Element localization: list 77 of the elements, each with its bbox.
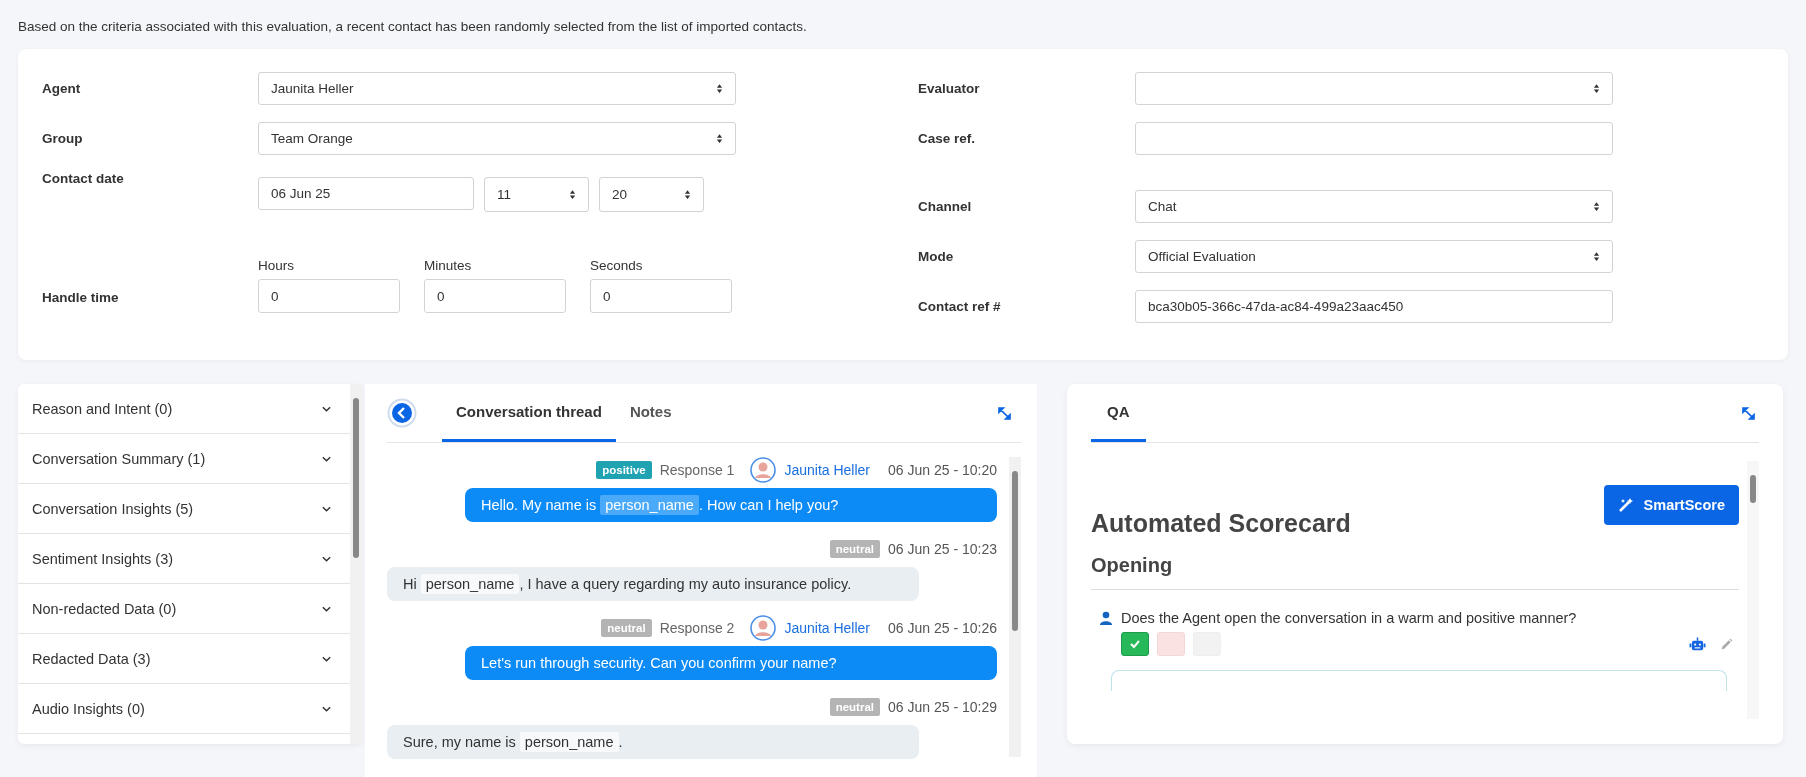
- message-bubble: Sure, my name is person_name .: [387, 725, 919, 759]
- tab[interactable]: Notes: [615, 384, 686, 442]
- field-label: Hours: [258, 258, 295, 273]
- message-bubble: Hi person_name , I have a query regarding my auto insurance policy.: [387, 567, 919, 601]
- field-label: Case ref.: [918, 130, 977, 146]
- minute-select[interactable]: 20: [599, 177, 704, 212]
- intro-text: Based on the criteria associated with this evaluation, a recent contact has been randomly selected from the list of imported contacts.: [18, 18, 808, 36]
- tab[interactable]: Conversation thread: [442, 384, 616, 442]
- back-icon[interactable]: [387, 398, 417, 428]
- input-field[interactable]: bca30b05-366c-47da-ac84-499a23aac450: [1135, 289, 1613, 323]
- timestamp: 06 Jun 25 - 10:29: [888, 699, 997, 715]
- number-field[interactable]: 0: [258, 279, 400, 313]
- chevron-icon: [321, 404, 332, 413]
- avatar-icon: [750, 615, 777, 641]
- sort-arrows-icon: [684, 189, 691, 200]
- field-label: Group: [42, 130, 84, 146]
- select-field[interactable]: Team Orange: [258, 121, 736, 155]
- chevron-icon: [321, 654, 332, 663]
- sentiment-tag: neutral: [829, 698, 880, 716]
- chevron-icon: [321, 704, 332, 713]
- chevron-icon: [321, 504, 332, 513]
- hour-select[interactable]: 11: [484, 177, 589, 212]
- field-label: Minutes: [424, 258, 473, 273]
- sort-arrows-icon: [569, 189, 576, 200]
- scrollbar[interactable]: [1009, 457, 1021, 757]
- field-label: Agent: [42, 80, 82, 96]
- checkmark-icon: [1129, 638, 1141, 650]
- pencil-icon[interactable]: [1720, 637, 1733, 651]
- sort-arrows-icon: [1593, 250, 1600, 262]
- timestamp: 06 Jun 25 - 10:23: [888, 541, 997, 557]
- sort-arrows-icon: [1593, 200, 1600, 212]
- field-label: Contact ref #: [918, 298, 1002, 314]
- chevron-icon: [321, 604, 332, 613]
- answer-option[interactable]: [1121, 632, 1149, 656]
- scorecard-title: Automated Scorecard: [1091, 509, 1352, 538]
- response-label: Response 1: [659, 462, 735, 478]
- response-label: Response 2: [659, 620, 735, 636]
- field-label: Handle time: [42, 290, 120, 307]
- select-field[interactable]: Official Evaluation: [1135, 239, 1613, 273]
- question-text: Does the Agent open the conversation in a warm and positive manner?: [1121, 610, 1577, 626]
- author-name[interactable]: Jaunita Heller: [784, 462, 870, 478]
- timestamp: 06 Jun 25 - 10:26: [888, 620, 997, 636]
- field-label: Mode: [918, 248, 955, 264]
- person-icon: [1099, 611, 1113, 625]
- avatar-icon: [750, 457, 777, 483]
- section-heading: Opening: [1091, 554, 1739, 590]
- expand-icon[interactable]: [1742, 406, 1755, 420]
- select-field[interactable]: Jaunita Heller: [258, 71, 736, 105]
- input-field[interactable]: [1135, 121, 1613, 155]
- chevron-icon: [321, 554, 332, 563]
- scrollbar[interactable]: [350, 384, 362, 744]
- message-bubble: Let's run through security. Can you confirm your name?: [465, 646, 997, 680]
- field-label: Contact date: [42, 171, 125, 186]
- sentiment-tag: neutral: [601, 619, 652, 637]
- author-name[interactable]: Jaunita Heller: [784, 620, 870, 636]
- sort-arrows-icon: [716, 132, 723, 144]
- date-field[interactable]: 06 Jun 25: [258, 177, 474, 210]
- field-label: Seconds: [590, 258, 644, 273]
- robot-icon[interactable]: [1689, 636, 1706, 652]
- expand-icon[interactable]: [998, 406, 1011, 420]
- tab[interactable]: QA: [1091, 384, 1146, 442]
- wand-icon: [1617, 497, 1634, 513]
- sentiment-tag: positive: [596, 461, 652, 479]
- select-field[interactable]: Chat: [1135, 189, 1613, 223]
- sort-arrows-icon: [716, 82, 723, 94]
- chevron-icon: [321, 454, 332, 463]
- smartscore-button[interactable]: SmartScore: [1603, 485, 1739, 525]
- number-field[interactable]: 0: [590, 279, 732, 313]
- sentiment-tag: neutral: [829, 540, 880, 558]
- field-label: Evaluator: [918, 80, 981, 96]
- timestamp: 06 Jun 25 - 10:20: [888, 462, 997, 478]
- select-field[interactable]: [1135, 71, 1613, 105]
- number-field[interactable]: 0: [424, 279, 566, 313]
- field-label: Channel: [918, 198, 973, 214]
- sort-arrows-icon: [1593, 82, 1600, 94]
- message-bubble: Hello. My name is person_name . How can I help you?: [465, 488, 997, 522]
- scrollbar[interactable]: [1747, 461, 1759, 719]
